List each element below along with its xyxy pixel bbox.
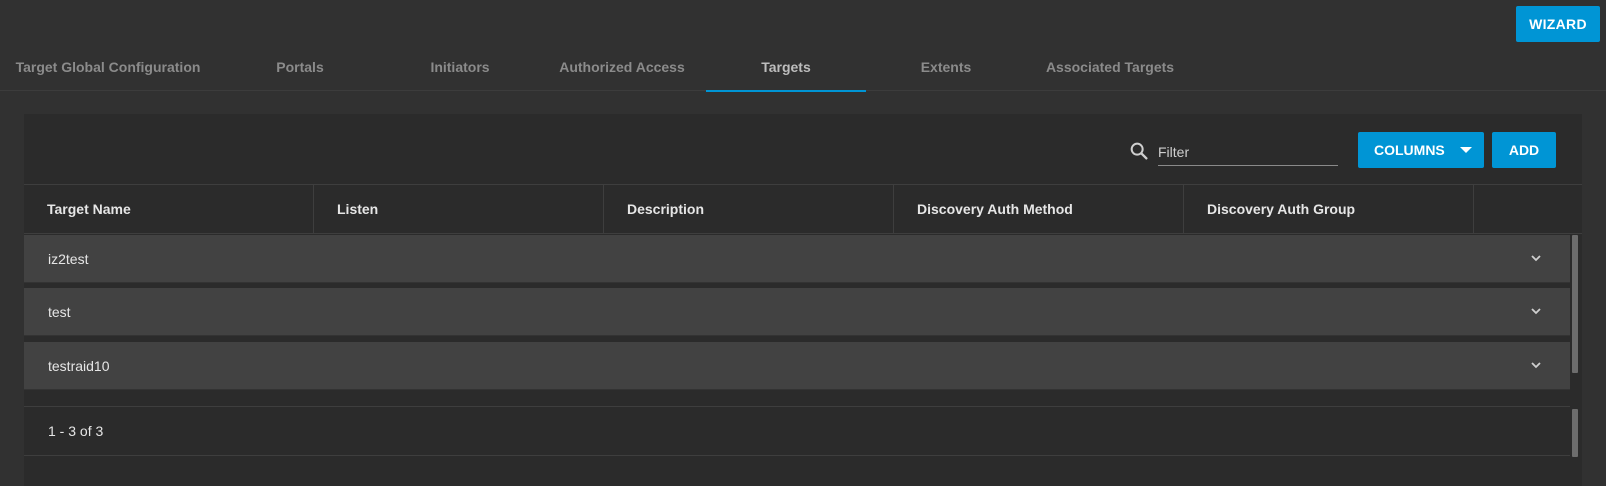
- chevron-down-icon[interactable]: [1530, 252, 1542, 264]
- columns-button-label: COLUMNS: [1374, 142, 1445, 158]
- target-name-cell: iz2test: [48, 250, 89, 267]
- column-header-listen[interactable]: Listen: [314, 185, 604, 233]
- chevron-down-icon[interactable]: [1530, 359, 1542, 371]
- filter-input[interactable]: [1158, 134, 1338, 165]
- table-row[interactable]: testraid10: [24, 342, 1570, 390]
- table-header: Target Name Listen Description Discovery…: [24, 184, 1582, 234]
- targets-card: COLUMNS ADD Target Name Listen Descripti…: [24, 114, 1582, 486]
- column-header-target-name[interactable]: Target Name: [24, 185, 314, 233]
- table-paginator: 1 - 3 of 3: [24, 406, 1570, 456]
- tab-target-global-configuration[interactable]: Target Global Configuration: [0, 44, 216, 90]
- column-header-discovery-auth-method[interactable]: Discovery Auth Method: [894, 185, 1184, 233]
- tab-authorized-access[interactable]: Authorized Access: [536, 44, 708, 90]
- search-icon: [1130, 142, 1148, 160]
- caret-down-icon: [1460, 147, 1472, 153]
- add-button[interactable]: ADD: [1492, 132, 1556, 168]
- tab-bar: Target Global Configuration Portals Init…: [0, 44, 1606, 92]
- scrollbar-thumb[interactable]: [1572, 235, 1578, 373]
- tab-extents[interactable]: Extents: [866, 44, 1026, 90]
- table-row[interactable]: test: [24, 288, 1570, 336]
- table-toolbar: COLUMNS ADD: [24, 114, 1582, 184]
- scrollbar-thumb[interactable]: [1572, 409, 1578, 457]
- tab-portals[interactable]: Portals: [216, 44, 384, 90]
- wizard-button[interactable]: WIZARD: [1516, 6, 1600, 42]
- column-header-description[interactable]: Description: [604, 185, 894, 233]
- chevron-down-icon[interactable]: [1530, 305, 1542, 317]
- target-name-cell: test: [48, 303, 71, 320]
- filter-field: [1158, 134, 1338, 166]
- columns-button[interactable]: COLUMNS: [1358, 132, 1484, 168]
- vertical-scrollbar[interactable]: [1570, 235, 1582, 485]
- tab-initiators[interactable]: Initiators: [384, 44, 536, 90]
- target-name-cell: testraid10: [48, 357, 110, 374]
- table-row[interactable]: iz2test: [24, 235, 1570, 283]
- tab-associated-targets[interactable]: Associated Targets: [1026, 44, 1194, 90]
- pagination-summary: 1 - 3 of 3: [48, 423, 104, 439]
- tab-targets[interactable]: Targets: [706, 44, 866, 92]
- column-header-discovery-auth-group[interactable]: Discovery Auth Group: [1184, 185, 1474, 233]
